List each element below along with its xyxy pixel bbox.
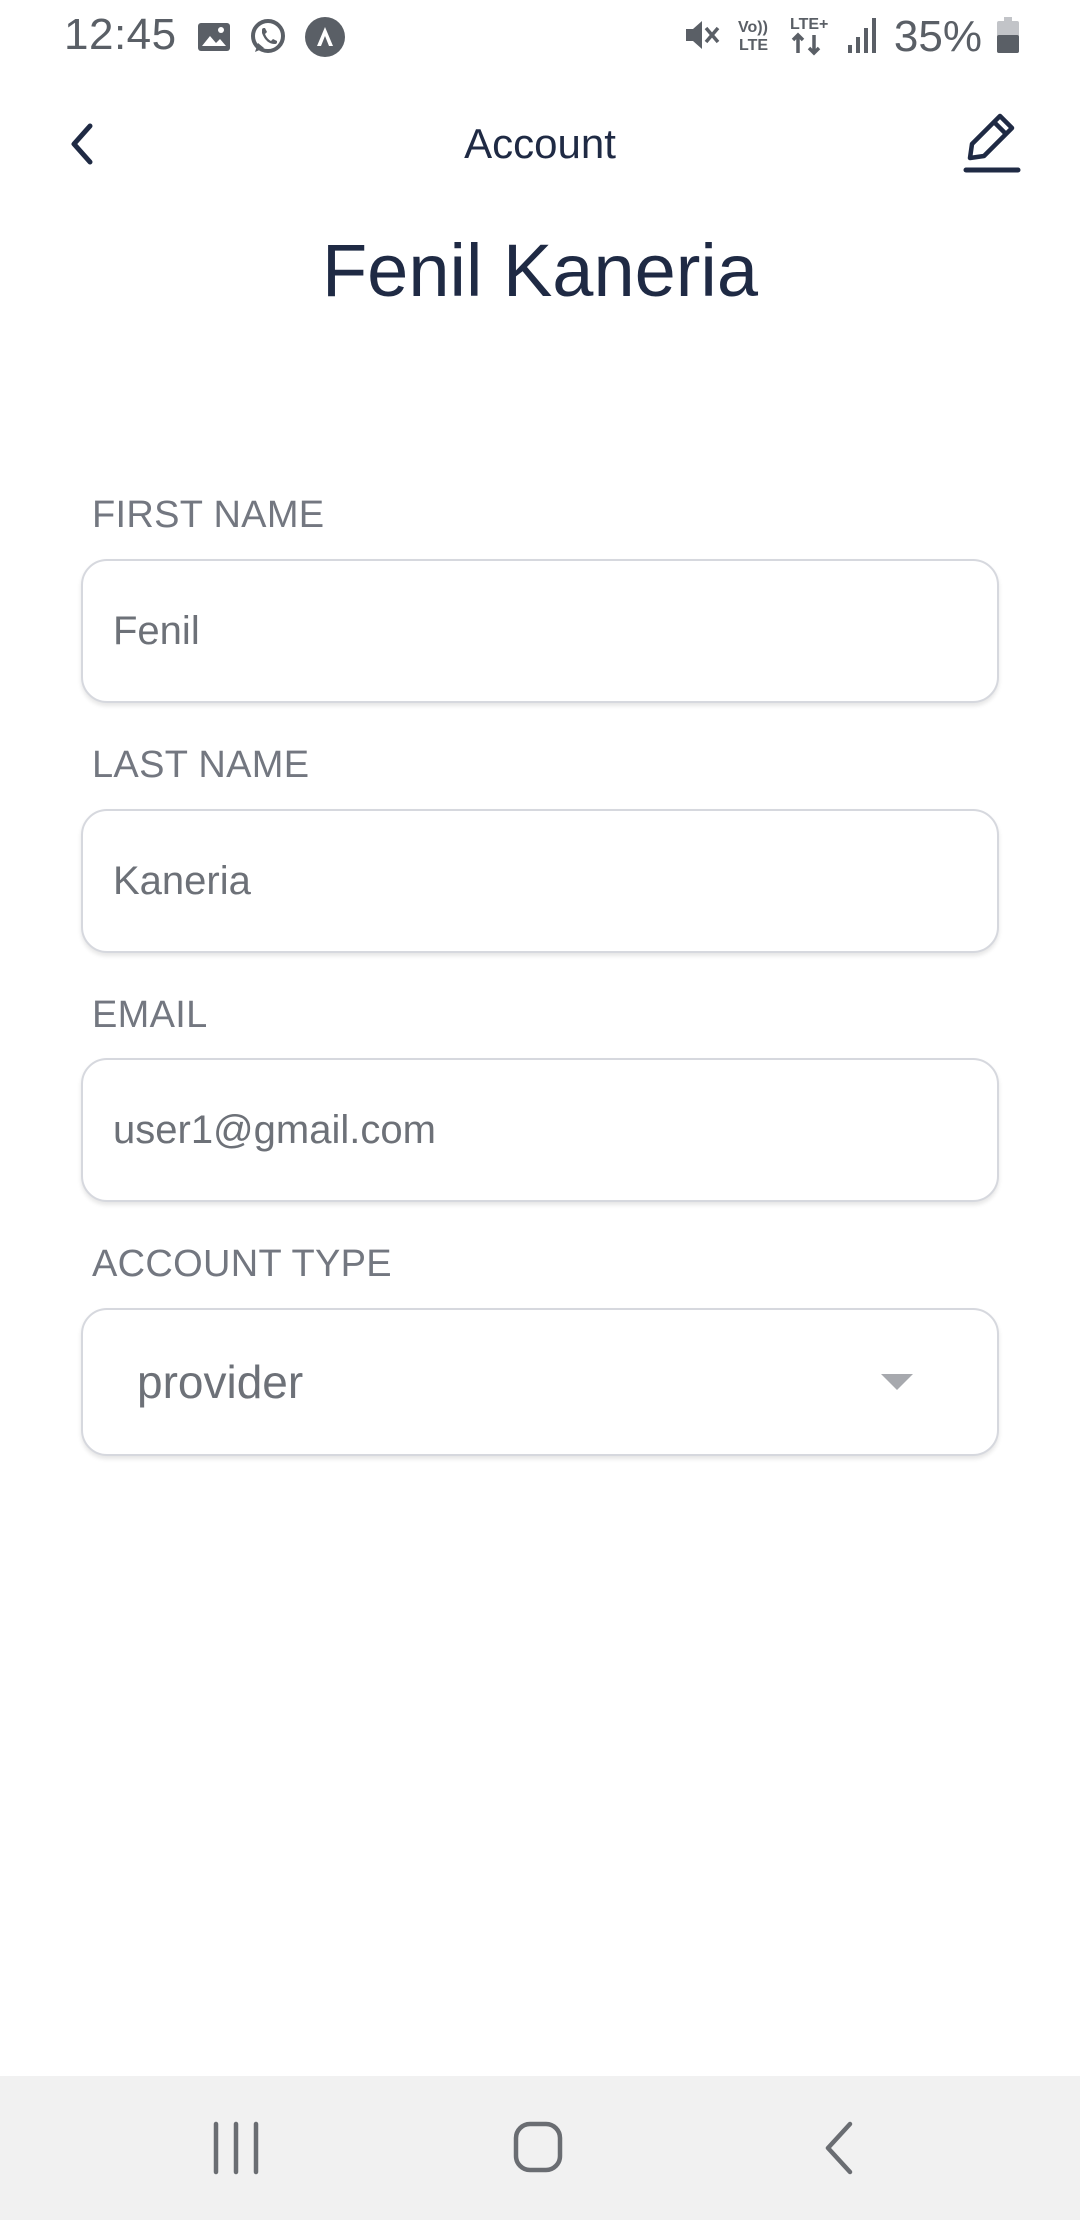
recent-apps-button[interactable]: [196, 2116, 276, 2180]
lte-icon: LTE+: [788, 13, 832, 62]
gallery-icon: [196, 19, 232, 60]
account-screen: 12:45 Vo)) LTE LTE+ 35% Account Fenil Ka…: [0, 0, 1080, 2220]
account-type-label: ACCOUNT TYPE: [92, 1243, 392, 1285]
last-name-field[interactable]: Kaneria: [81, 809, 999, 953]
profile-name: Fenil Kaneria: [321, 229, 758, 312]
whatsapp-icon: [248, 17, 288, 62]
status-time: 12:45: [64, 10, 177, 59]
email-label: EMAIL: [92, 994, 208, 1036]
account-type-select[interactable]: provider: [81, 1308, 999, 1456]
home-button[interactable]: [500, 2116, 580, 2180]
battery-icon: [996, 15, 1020, 60]
edit-button[interactable]: [956, 108, 1028, 180]
svg-text:LTE+: LTE+: [790, 16, 828, 33]
home-icon: [513, 2121, 563, 2173]
last-name-label: LAST NAME: [92, 744, 310, 786]
page-title: Account: [464, 120, 616, 167]
email-field[interactable]: user1@gmail.com: [81, 1058, 999, 1202]
mute-icon: [682, 15, 722, 60]
account-type-value: provider: [137, 1356, 304, 1408]
first-name-label: FIRST NAME: [92, 494, 325, 536]
app-icon: [304, 16, 346, 63]
battery-percentage: 35%: [893, 12, 982, 61]
svg-text:LTE: LTE: [739, 37, 768, 54]
status-system-icons: Vo)) LTE LTE+ 35%: [682, 12, 1020, 62]
recent-apps-icon: [213, 2121, 259, 2175]
pencil-icon: [963, 113, 1021, 173]
volte-icon: Vo)) LTE: [736, 15, 774, 60]
status-notification-icons: [196, 16, 346, 63]
back-icon: [825, 2121, 853, 2175]
email-input[interactable]: user1@gmail.com: [113, 1060, 973, 1200]
status-bar: 12:45 Vo)) LTE LTE+ 35%: [0, 0, 1080, 72]
nav-back-button[interactable]: [800, 2116, 880, 2180]
signal-icon: [846, 15, 880, 60]
first-name-field[interactable]: Fenil: [81, 559, 999, 703]
chevron-down-icon: [881, 1374, 913, 1390]
svg-text:Vo)): Vo)): [738, 19, 768, 36]
system-nav-bar: [0, 2076, 1080, 2220]
last-name-input[interactable]: Kaneria: [113, 811, 973, 951]
first-name-input[interactable]: Fenil: [113, 561, 973, 701]
